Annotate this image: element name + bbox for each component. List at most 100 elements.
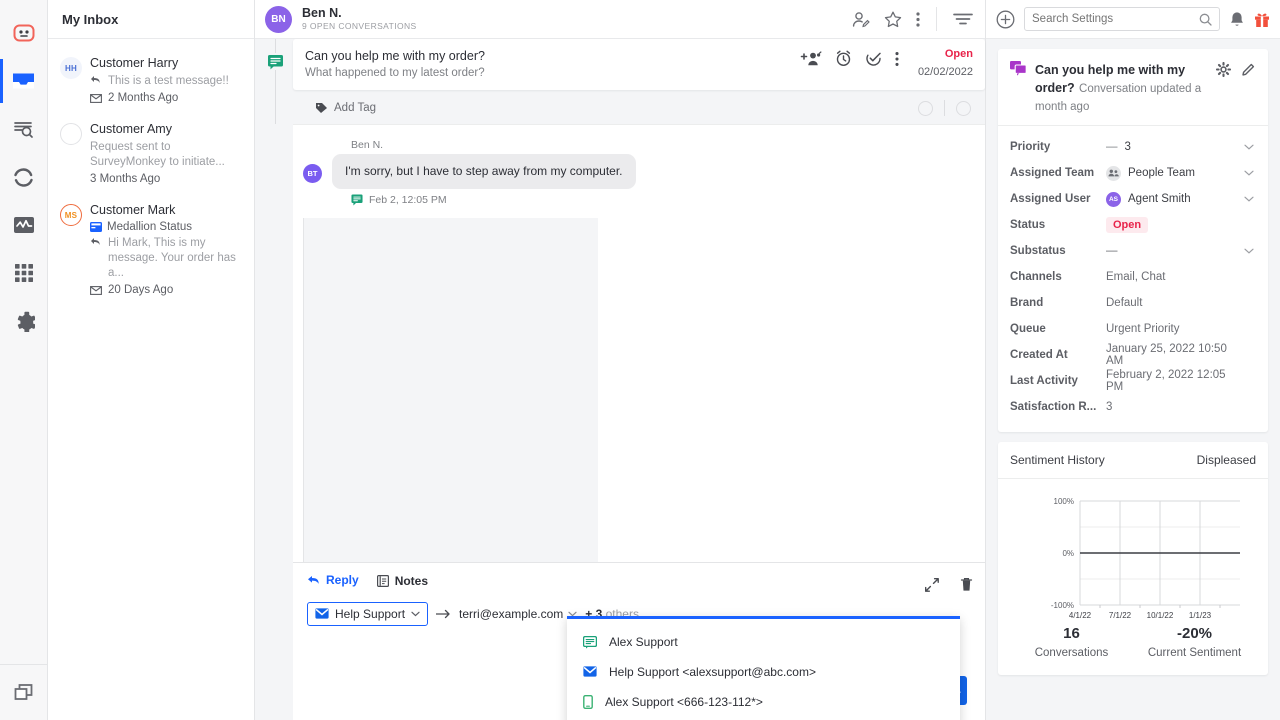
message: Ben N. BT I'm sorry, but I have to step …	[303, 139, 937, 206]
dropdown-option-chat[interactable]: Alex Support	[567, 627, 960, 657]
chevron-down-icon[interactable]	[1244, 248, 1256, 254]
tag-circle-two[interactable]	[956, 101, 971, 116]
property-value: 3	[1106, 401, 1244, 413]
svg-text:0%: 0%	[1062, 549, 1074, 558]
tag-circle-one[interactable]	[918, 101, 933, 116]
dropdown-option-label: Alex Support	[609, 635, 678, 649]
search-input[interactable]	[1032, 13, 1193, 25]
avatar-initials: MS	[60, 204, 82, 226]
list-item-time-row: 2 Months Ago	[90, 92, 244, 104]
notes-icon	[377, 575, 389, 587]
from-channel-selector[interactable]: Help Support	[307, 602, 428, 626]
add-people-icon[interactable]	[800, 51, 822, 67]
apps-grid-icon[interactable]	[0, 249, 48, 297]
resolve-check-icon[interactable]	[865, 50, 882, 67]
list-item-name: Customer Mark	[90, 203, 244, 217]
property-assigned-user[interactable]: Assigned User AS Agent Smith	[1010, 186, 1256, 212]
from-channel-label: Help Support	[335, 607, 405, 621]
property-priority[interactable]: Priority — 3	[1010, 134, 1256, 160]
delete-icon[interactable]	[960, 577, 973, 592]
analytics-icon[interactable]	[0, 201, 48, 249]
chevron-down-icon	[411, 611, 420, 617]
property-value: Agent Smith	[1128, 193, 1191, 205]
avatar: BN	[265, 6, 292, 33]
brand-logo-icon[interactable]	[0, 9, 48, 57]
tab-notes[interactable]: Notes	[377, 574, 428, 595]
property-substatus[interactable]: Substatus —	[1010, 238, 1256, 264]
open-conversations-count: 9 OPEN CONVERSATIONS	[302, 20, 842, 32]
tab-reply[interactable]: Reply	[307, 573, 359, 596]
property-status[interactable]: Status Open	[1010, 212, 1256, 238]
add-tag-label: Add Tag	[334, 102, 376, 114]
svg-text:100%: 100%	[1054, 497, 1074, 506]
subject-date: 02/02/2022	[899, 66, 973, 78]
gear-icon[interactable]	[1216, 62, 1231, 77]
snooze-clock-icon[interactable]	[835, 50, 852, 67]
arrow-right-icon	[436, 609, 451, 619]
sentiment-title: Sentiment History	[1010, 453, 1197, 467]
gear-icon[interactable]	[0, 297, 48, 345]
chat-icon	[583, 636, 597, 649]
sentiment-state: Displeased	[1197, 453, 1256, 467]
add-person-icon[interactable]	[852, 11, 870, 28]
dropdown-option-sms[interactable]: Alex Support <666-123-112*>	[567, 687, 960, 717]
tab-reply-label: Reply	[326, 573, 359, 587]
dropdown-option-email[interactable]: Help Support <alexsupport@abc.com>	[567, 657, 960, 687]
sentiment-chart: 100% 0% -100%	[998, 479, 1268, 625]
chevron-down-icon[interactable]	[1244, 144, 1256, 150]
sidebar-item-inbox[interactable]	[0, 57, 48, 105]
add-tag-button[interactable]: Add Tag	[315, 102, 376, 114]
email-icon	[315, 608, 329, 620]
svg-text:4/1/22: 4/1/22	[1069, 611, 1092, 620]
message-timestamp: Feb 2, 12:05 PM	[351, 194, 937, 206]
thread-rail	[275, 39, 276, 124]
dash-icon: —	[1106, 141, 1118, 153]
expand-icon[interactable]	[924, 577, 940, 593]
search-settings-box[interactable]	[1024, 7, 1220, 31]
to-recipient-selector[interactable]: terri@example.com	[459, 607, 577, 621]
star-icon[interactable]	[884, 11, 902, 28]
list-item-preview: Request sent to SurveyMonkey to initiate…	[90, 140, 244, 170]
list-item[interactable]: HH Customer Harry This is a test message…	[48, 47, 254, 113]
svg-text:-100%: -100%	[1051, 601, 1074, 610]
property-value: Urgent Priority	[1106, 323, 1244, 335]
stat-value: 16	[1010, 625, 1133, 642]
more-vertical-icon[interactable]	[916, 11, 920, 28]
property-label: Channels	[1010, 271, 1106, 283]
message-thread: Ben N. BT I'm sorry, but I have to step …	[293, 124, 985, 562]
property-value: 3	[1125, 141, 1131, 153]
list-item-tag: Medallion Status	[107, 221, 192, 233]
chevron-down-icon[interactable]	[1244, 170, 1256, 176]
subject-area: Can you help me with my order? What happ…	[255, 39, 985, 124]
bell-icon[interactable]	[1229, 11, 1245, 28]
automation-icon[interactable]	[0, 153, 48, 201]
details-header	[986, 0, 1280, 39]
avatar: MS	[60, 204, 82, 226]
search-icon	[1199, 13, 1212, 26]
stat-label: Conversations	[1010, 647, 1133, 659]
pencil-icon[interactable]	[1241, 62, 1256, 77]
message-sender: Ben N.	[351, 139, 937, 151]
phone-icon	[583, 695, 593, 709]
windows-icon[interactable]	[0, 664, 47, 720]
filter-icon[interactable]	[953, 12, 973, 26]
stat-label: Current Sentiment	[1133, 647, 1256, 659]
conversation-details-card: Can you help me with my order? Conversat…	[998, 49, 1268, 432]
tab-notes-label: Notes	[395, 574, 428, 588]
list-item-time-row: 3 Months Ago	[90, 173, 244, 185]
svg-text:1/1/23: 1/1/23	[1189, 611, 1212, 620]
page-title: My Inbox	[62, 12, 118, 27]
conversation-header: BN Ben N. 9 OPEN CONVERSATIONS	[255, 0, 985, 39]
property-assigned-team[interactable]: Assigned Team People Team	[1010, 160, 1256, 186]
list-item[interactable]: Customer Amy Request sent to SurveyMonke…	[48, 113, 254, 194]
gift-icon[interactable]	[1254, 11, 1270, 28]
list-item[interactable]: MS Customer Mark Medallion Status	[48, 194, 254, 305]
reply-arrow-icon	[90, 75, 103, 85]
property-created-at: Created At January 25, 2022 10:50 AM	[1010, 342, 1256, 368]
chevron-down-icon[interactable]	[1244, 196, 1256, 202]
search-list-icon[interactable]	[0, 105, 48, 153]
reply-arrow-icon	[90, 237, 103, 247]
email-icon	[583, 666, 597, 678]
avatar-initials	[60, 123, 82, 145]
plus-circle-icon[interactable]	[996, 10, 1015, 29]
